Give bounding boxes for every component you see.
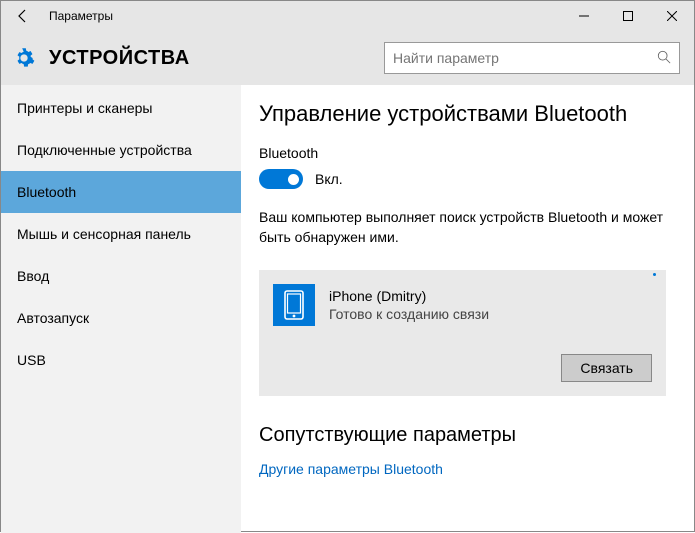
sidebar-item-printers[interactable]: Принтеры и сканеры [1, 87, 241, 129]
search-input[interactable] [393, 50, 657, 66]
sidebar-item-autoplay[interactable]: Автозапуск [1, 297, 241, 339]
phone-icon [273, 284, 315, 326]
toggle-state: Вкл. [315, 171, 343, 187]
sidebar-item-input[interactable]: Ввод [1, 255, 241, 297]
search-box[interactable] [384, 42, 680, 74]
page-title: Управление устройствами Bluetooth [259, 101, 666, 127]
section-title: УСТРОЙСТВА [49, 47, 384, 70]
device-name: iPhone (Dmitry) [329, 288, 489, 304]
titlebar: Параметры [1, 1, 694, 31]
related-link[interactable]: Другие параметры Bluetooth [259, 461, 666, 477]
sidebar-item-usb[interactable]: USB [1, 339, 241, 381]
bluetooth-toggle[interactable] [259, 169, 303, 189]
description-text: Ваш компьютер выполняет поиск устройств … [259, 207, 666, 248]
sidebar-item-bluetooth[interactable]: Bluetooth [1, 171, 241, 213]
pair-button[interactable]: Связать [561, 354, 652, 382]
spinner-icon [653, 273, 656, 276]
back-button[interactable] [1, 1, 45, 31]
header: УСТРОЙСТВА [1, 31, 694, 85]
search-icon [657, 50, 671, 67]
minimize-button[interactable] [562, 1, 606, 31]
device-card[interactable]: iPhone (Dmitry) Готово к созданию связи … [259, 270, 666, 396]
sidebar-item-connected-devices[interactable]: Подключенные устройства [1, 129, 241, 171]
toggle-knob [288, 174, 299, 185]
sidebar: Принтеры и сканеры Подключенные устройст… [1, 85, 241, 533]
device-status: Готово к созданию связи [329, 306, 489, 322]
maximize-button[interactable] [606, 1, 650, 31]
toggle-label: Bluetooth [259, 145, 666, 161]
related-heading: Сопутствующие параметры [259, 424, 666, 447]
window-title: Параметры [45, 9, 562, 23]
content: Управление устройствами Bluetooth Blueto… [241, 85, 694, 533]
close-button[interactable] [650, 1, 694, 31]
gear-icon [13, 47, 35, 69]
sidebar-item-mouse[interactable]: Мышь и сенсорная панель [1, 213, 241, 255]
